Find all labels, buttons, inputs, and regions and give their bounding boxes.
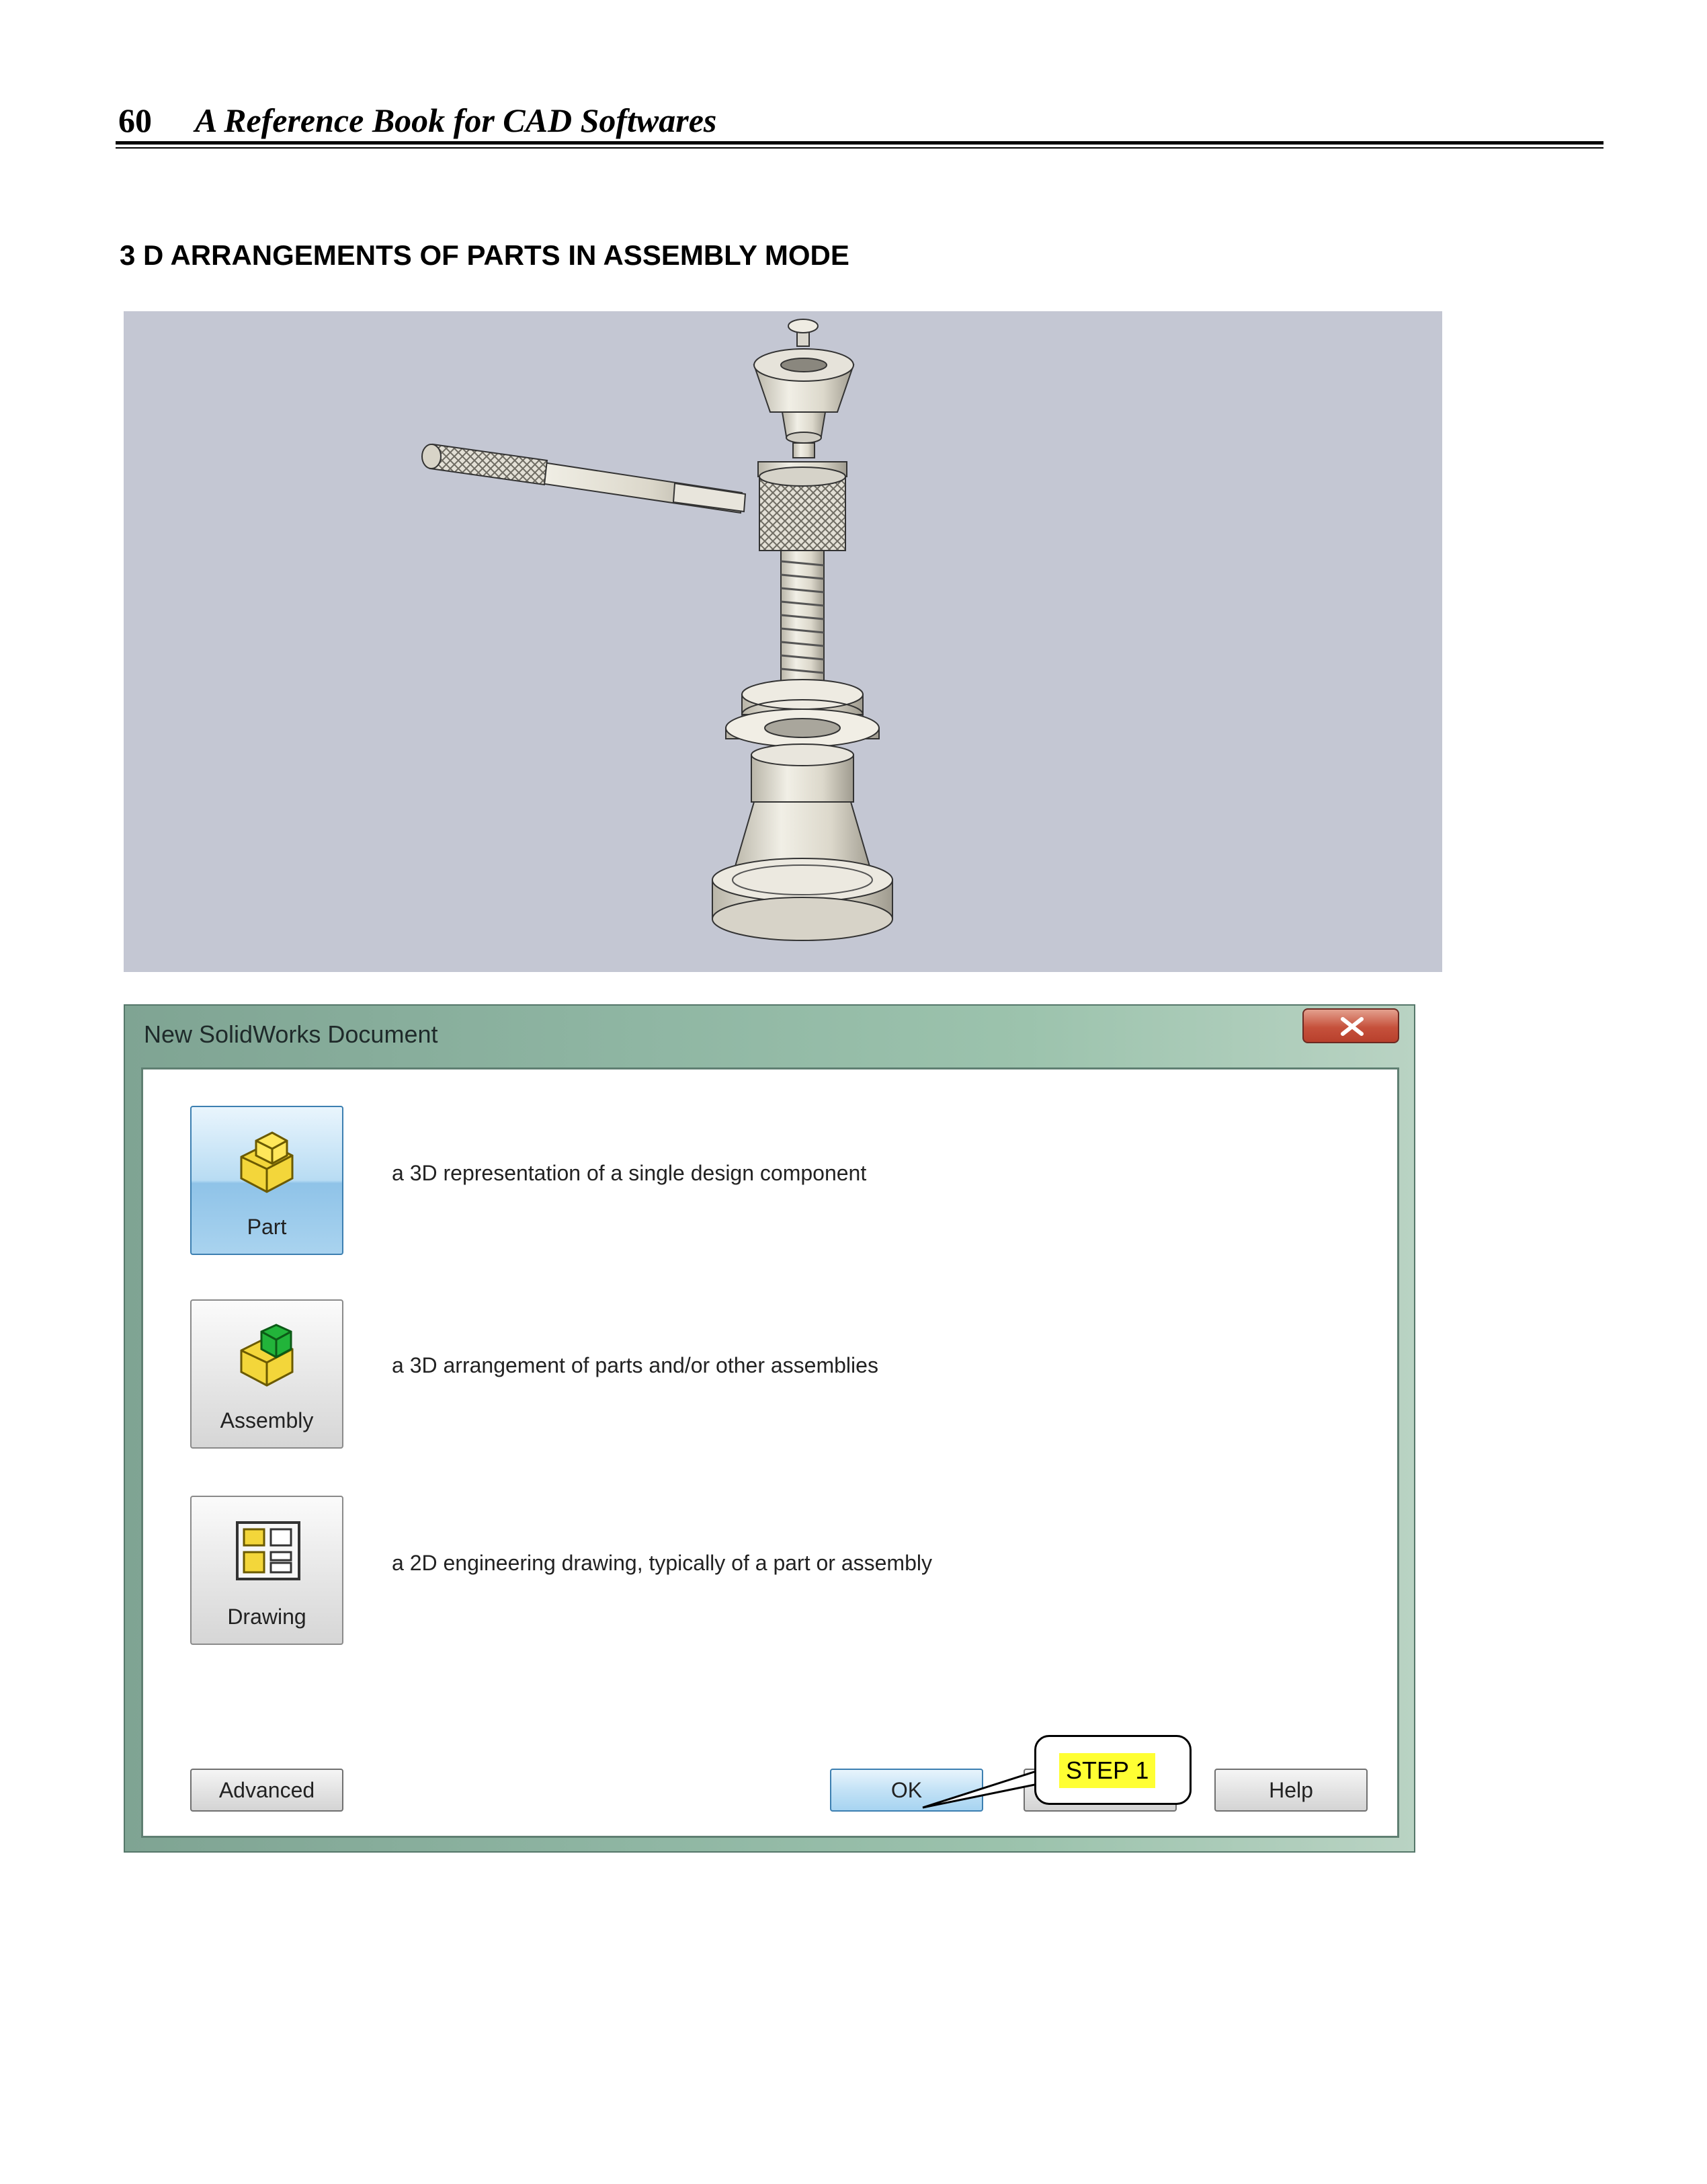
assembly-model-illustration bbox=[421, 319, 893, 941]
book-title: A Reference Book for CAD Softwares bbox=[195, 102, 717, 139]
handle-rod bbox=[421, 443, 747, 514]
conical-base bbox=[712, 743, 893, 941]
washers bbox=[725, 679, 880, 747]
close-icon bbox=[1341, 1017, 1364, 1036]
callout-pointer bbox=[922, 1763, 1058, 1809]
dialog-title: New SolidWorks Document bbox=[144, 1020, 438, 1048]
step-callout: STEP 1 bbox=[1034, 1735, 1192, 1805]
section-heading: 3 D ARRANGEMENTS OF PARTS IN ASSEMBLY MO… bbox=[120, 239, 849, 271]
page-number: 60 bbox=[118, 102, 152, 139]
new-document-dialog: New SolidWorks Document Part a 3D repres… bbox=[124, 1004, 1415, 1853]
close-button[interactable] bbox=[1302, 1008, 1399, 1043]
knurled-nut bbox=[757, 461, 847, 551]
cad-viewport[interactable] bbox=[124, 311, 1442, 972]
step-callout-text: STEP 1 bbox=[1059, 1753, 1156, 1788]
running-header: 60 A Reference Book for CAD Softwares bbox=[116, 101, 1601, 141]
dialog-body: Part a 3D representation of a single des… bbox=[141, 1067, 1399, 1838]
top-collet bbox=[753, 319, 855, 458]
header-rule-thick bbox=[116, 141, 1604, 145]
header-rule-thin bbox=[116, 147, 1604, 149]
